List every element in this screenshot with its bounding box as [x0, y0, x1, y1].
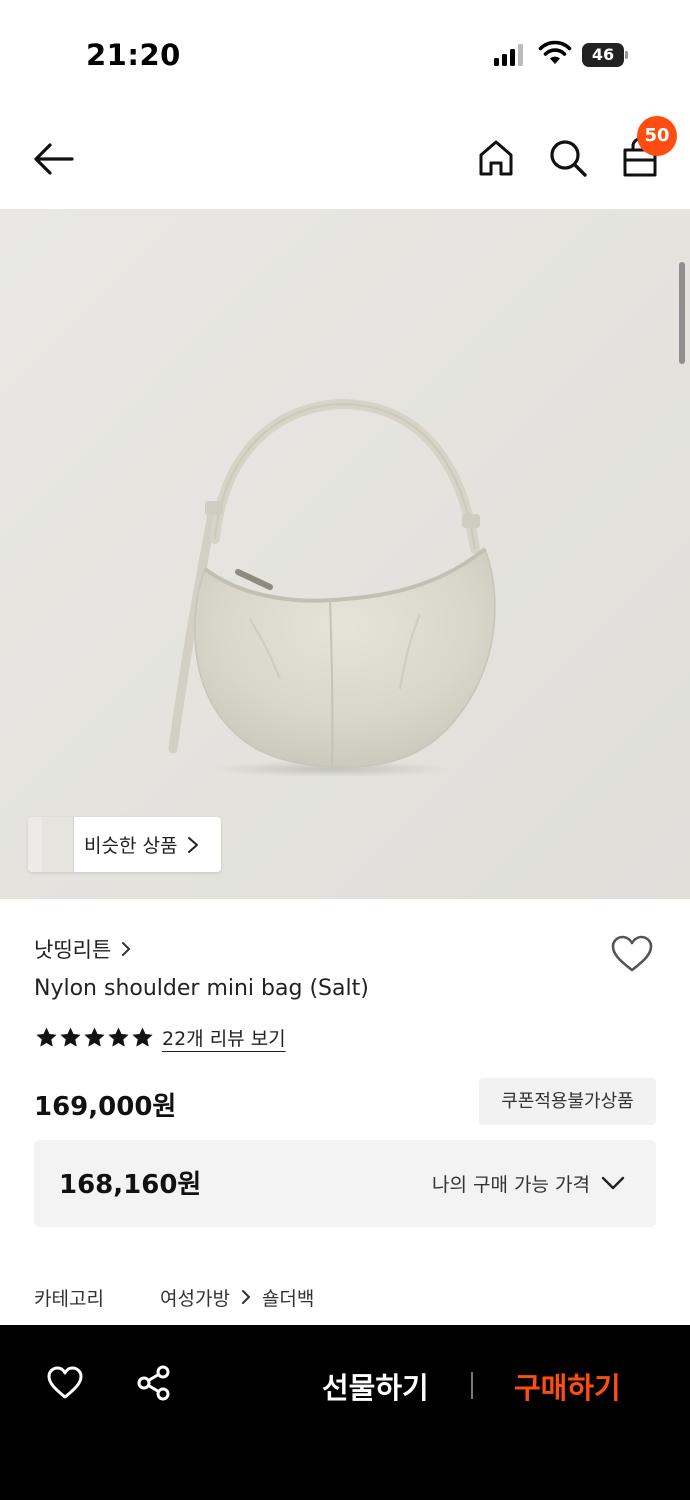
product-name: Nylon shoulder mini bag (Salt)	[34, 976, 369, 1001]
star-icon	[84, 1026, 105, 1047]
my-price-value: 168,160원	[59, 1170, 202, 1200]
product-price: 169,000원	[34, 1092, 177, 1122]
top-navigation	[0, 110, 690, 208]
category-row: 카테고리 여성가방 숄더백	[34, 1282, 314, 1312]
status-bar: 21:20 46	[0, 0, 690, 110]
product-image[interactable]	[0, 209, 690, 899]
category-label: 카테고리	[34, 1287, 104, 1310]
home-icon	[479, 140, 513, 176]
scrollbar	[679, 262, 685, 364]
wifi-icon	[538, 40, 572, 64]
gift-button[interactable]: 선물하기	[322, 1365, 429, 1407]
my-price-label: 나의 구매 가능 가격	[432, 1174, 590, 1196]
category-item[interactable]: 여성가방	[160, 1284, 230, 1311]
chevron-right-icon	[241, 1290, 250, 1304]
divider	[471, 1372, 473, 1399]
bottom-action-bar: 선물하기 구매하기	[0, 1325, 690, 1500]
chevron-down-icon	[601, 1176, 625, 1190]
heart-icon[interactable]	[46, 1365, 84, 1401]
brand-name: 낫띵리튼	[34, 938, 112, 962]
coupon-unavailable-badge: 쿠폰적용불가상품	[479, 1078, 656, 1125]
chevron-right-icon	[188, 837, 198, 853]
my-price-dropdown[interactable]: 168,160원 나의 구매 가능 가격	[34, 1140, 656, 1227]
search-button[interactable]	[546, 136, 590, 180]
status-time: 21:20	[86, 38, 181, 72]
star-icon	[60, 1026, 81, 1047]
brand-link[interactable]: 낫띵리튼	[34, 934, 133, 964]
category-item[interactable]: 숄더백	[262, 1284, 314, 1311]
bag-illustration	[168, 398, 496, 777]
arrow-left-icon	[34, 143, 74, 175]
star-rating	[35, 1026, 154, 1049]
star-icon	[108, 1026, 129, 1047]
similar-thumbnail	[42, 817, 74, 872]
home-button[interactable]	[474, 136, 518, 180]
review-link[interactable]: 22개 리뷰 보기	[162, 1024, 286, 1051]
similar-products-button[interactable]: 비슷한 상품	[28, 817, 221, 872]
cart-count-badge: 50	[637, 116, 677, 156]
heart-icon[interactable]	[610, 934, 654, 974]
star-icon	[36, 1026, 57, 1047]
star-icon	[132, 1026, 153, 1047]
search-icon	[550, 140, 587, 177]
back-button[interactable]	[28, 138, 80, 180]
buy-button[interactable]: 구매하기	[514, 1365, 621, 1407]
battery-level: 46	[591, 45, 615, 64]
cellular-signal-icon	[494, 44, 523, 66]
chevron-right-icon	[122, 942, 131, 956]
share-icon[interactable]	[136, 1365, 172, 1401]
similar-products-label: 비슷한 상품	[84, 835, 178, 857]
battery-indicator: 46	[582, 43, 628, 67]
rating-row: 22개 리뷰 보기	[35, 1022, 286, 1052]
